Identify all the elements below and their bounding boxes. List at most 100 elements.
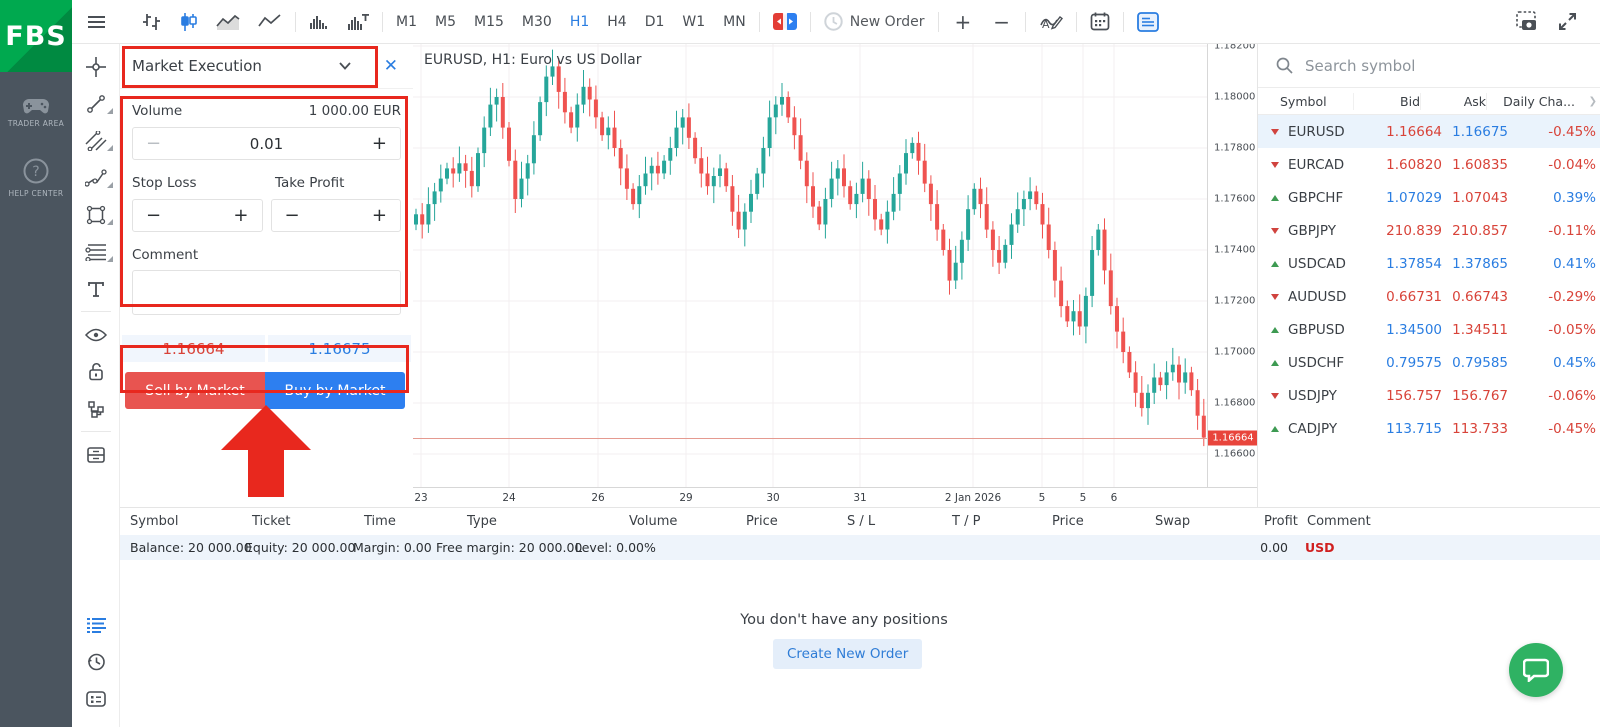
crosshair-icon[interactable] — [72, 48, 120, 85]
daily-change: 0.41% — [1508, 256, 1596, 272]
timeframe-w1[interactable]: W1 — [682, 14, 705, 30]
current-price-badge: 1.16664 — [1208, 431, 1258, 446]
fbs-logo[interactable]: FBS — [0, 0, 72, 72]
zoom-out-icon[interactable]: − — [993, 10, 1010, 34]
objects-tree-icon[interactable] — [72, 390, 120, 427]
sell-by-market-button[interactable]: Sell by Market — [125, 372, 265, 409]
drawing-tool-rail — [72, 44, 120, 727]
timeframe-d1[interactable]: D1 — [645, 14, 665, 30]
history-icon[interactable] — [72, 643, 120, 680]
positions-column-ticket: Ticket — [252, 514, 290, 529]
fibonacci-tool-icon[interactable] — [72, 233, 120, 270]
timeframe-mn[interactable]: MN — [723, 14, 746, 30]
timeframe-h1[interactable]: H1 — [570, 14, 589, 30]
volumes-icon[interactable] — [309, 8, 329, 36]
time-tick-label: 6 — [1111, 492, 1118, 504]
buy-by-market-button[interactable]: Buy by Market — [265, 372, 405, 409]
market-watch-row-gbpjpy[interactable]: GBPJPY210.839210.857-0.11% — [1258, 214, 1600, 247]
positions-column-profit: Profit — [1264, 514, 1298, 529]
candlestick-plot[interactable] — [413, 44, 1207, 487]
column-header-ask[interactable]: Ask — [1420, 93, 1486, 110]
timeframe-m30[interactable]: M30 — [522, 14, 552, 30]
svg-text:?: ? — [32, 164, 39, 180]
create-new-order-button[interactable]: Create New Order — [773, 639, 922, 669]
zoom-in-icon[interactable]: + — [954, 10, 971, 34]
positions-panel: SymbolTicketTimeTypeVolumePriceS / LT / … — [72, 507, 1600, 727]
annotation-arrow-icon — [221, 405, 311, 450]
timeframe-m1[interactable]: M1 — [396, 14, 417, 30]
price-scale[interactable]: 1.182001.180001.178001.176001.174001.172… — [1207, 44, 1257, 487]
stop-loss-decrease-button[interactable]: − — [146, 205, 161, 226]
account-metric: Level: 0.00% — [575, 540, 656, 555]
column-header-bid[interactable]: Bid — [1353, 93, 1420, 110]
channel-tool-icon[interactable] — [72, 122, 120, 159]
menu-icon[interactable] — [88, 8, 105, 36]
volume-increase-button[interactable]: + — [372, 133, 387, 154]
one-click-trading-icon[interactable] — [773, 8, 797, 36]
market-watch-panel: Symbol Bid Ask Daily Cha... ❯ EURUSD1.16… — [1257, 44, 1600, 507]
sidebar-item-help-center[interactable]: ? HELP CENTER — [0, 146, 72, 208]
journal-icon[interactable] — [72, 680, 120, 717]
market-watch-row-eurcad[interactable]: EURCAD1.608201.60835-0.04% — [1258, 148, 1600, 181]
timeframe-m15[interactable]: M15 — [474, 14, 504, 30]
candlestick-chart-icon[interactable] — [180, 8, 198, 36]
column-header-symbol[interactable]: Symbol — [1280, 94, 1353, 109]
market-watch-row-gbpchf[interactable]: GBPCHF1.070291.070430.39% — [1258, 181, 1600, 214]
market-watch-row-gbpusd[interactable]: GBPUSD1.345001.34511-0.05% — [1258, 313, 1600, 346]
live-chat-button[interactable] — [1509, 643, 1563, 697]
text-tool-icon[interactable] — [72, 270, 120, 307]
chart-section[interactable]: EURUSD, H1: Euro vs US Dollar 2324262930… — [413, 44, 1257, 507]
triangle-down-icon — [1271, 294, 1279, 300]
volume-decrease-button[interactable]: − — [146, 133, 161, 154]
sell-price: 1.16664 — [122, 335, 265, 362]
ask-price: 0.79585 — [1442, 355, 1508, 371]
take-profit-increase-button[interactable]: + — [372, 205, 387, 226]
market-watch-row-audusd[interactable]: AUDUSD0.667310.66743-0.29% — [1258, 280, 1600, 313]
positions-column-symbol: Symbol — [130, 514, 178, 529]
search-symbol-input[interactable] — [1305, 57, 1555, 75]
unlock-icon[interactable] — [72, 353, 120, 390]
visibility-eye-icon[interactable] — [72, 316, 120, 353]
bid-price: 210.839 — [1376, 223, 1442, 239]
stop-loss-increase-button[interactable]: + — [233, 205, 248, 226]
calendar-icon[interactable] — [1090, 8, 1110, 36]
timeframe-m5[interactable]: M5 — [435, 14, 456, 30]
chevron-right-icon[interactable]: ❯ — [1589, 96, 1597, 107]
time-tick-label: 29 — [679, 492, 692, 504]
market-watch-row-cadjpy[interactable]: CADJPY113.715113.733-0.45% — [1258, 412, 1600, 445]
chevron-down-icon[interactable] — [339, 62, 351, 70]
positions-tab-icon[interactable] — [72, 606, 120, 643]
market-watch-row-usdchf[interactable]: USDCHF0.795750.795850.45% — [1258, 346, 1600, 379]
terminal-panel-icon[interactable] — [1137, 8, 1159, 36]
toolbar-separator — [382, 12, 383, 32]
tick-volumes-icon[interactable] — [347, 8, 369, 36]
bars-chart-icon[interactable] — [142, 8, 162, 36]
take-profit-decrease-button[interactable]: − — [285, 205, 300, 226]
daily-change: -0.45% — [1508, 421, 1596, 437]
new-order-button[interactable]: New Order — [850, 14, 925, 30]
market-watch-row-usdcad[interactable]: USDCAD1.378541.378650.41% — [1258, 247, 1600, 280]
column-header-change[interactable]: Daily Cha... — [1486, 93, 1575, 110]
volume-value[interactable]: 0.01 — [250, 135, 283, 153]
fullscreen-icon[interactable] — [1558, 8, 1577, 36]
market-watch-row-eurusd[interactable]: EURUSD1.166641.16675-0.45% — [1258, 115, 1600, 148]
timeframe-h4[interactable]: H4 — [607, 14, 626, 30]
shapes-tool-icon[interactable] — [72, 196, 120, 233]
screenshot-icon[interactable] — [1516, 8, 1540, 36]
daily-change: -0.05% — [1508, 322, 1596, 338]
object-list-icon[interactable] — [72, 436, 120, 473]
sidebar-item-trader-area[interactable]: TRADER AREA — [0, 86, 72, 138]
trend-line-tool-icon[interactable] — [72, 85, 120, 122]
market-watch-row-usdjpy[interactable]: USDJPY156.757156.767-0.06% — [1258, 379, 1600, 412]
line-chart-icon[interactable] — [258, 8, 282, 36]
toolbar-separator — [1123, 12, 1124, 32]
execution-type-dropdown[interactable]: Market Execution — [132, 57, 262, 75]
comment-input[interactable] — [132, 270, 401, 315]
auto-scroll-icon[interactable]: A — [1039, 8, 1063, 36]
ask-price: 113.733 — [1442, 421, 1508, 437]
bid-price: 1.16664 — [1376, 124, 1442, 140]
polyline-tool-icon[interactable] — [72, 159, 120, 196]
area-chart-icon[interactable] — [216, 8, 240, 36]
main-sidebar: FBS TRADER AREA ? HELP CENTER — [0, 0, 72, 727]
close-icon[interactable]: ✕ — [384, 56, 398, 76]
